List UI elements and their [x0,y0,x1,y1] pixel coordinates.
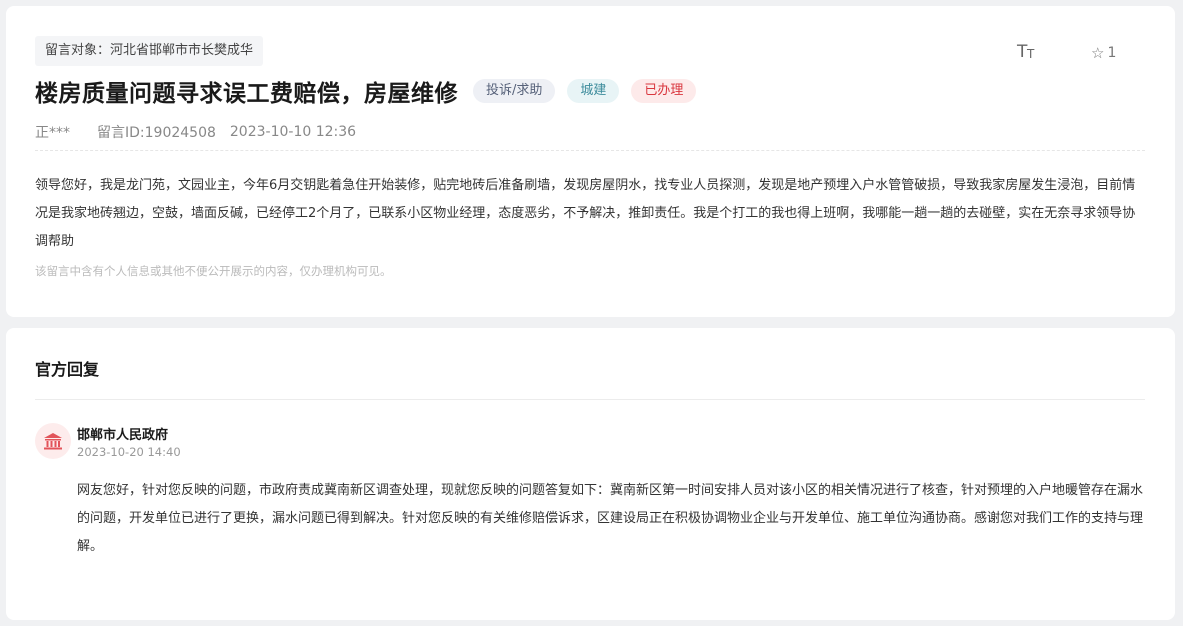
department-name: 邯郸市人民政府 [77,428,169,443]
font-size-button[interactable]: T T [1017,42,1039,62]
title-row: 楼房质量问题寻求误工费赔偿，房屋维修 投诉/求助 城建 已办理 [35,74,697,108]
message-content: 领导您好，我是龙门苑，文园业主，今年6月交钥匙着急住开始装修，贴完地砖后准备刷墙… [35,178,1136,249]
section-title: 官方回复 [35,360,100,379]
message-datetime: 2023-10-10 12:36 [229,124,357,140]
divider [35,150,1145,151]
message-meta: 正*** 留言ID:19024508 2023-10-10 12:36 [35,122,356,142]
font-size-icon: T [1017,42,1028,62]
official-reply-card: 官方回复 邯郸市人民政府 2023-10-20 14:40 网友您好，针对您反映… [6,328,1175,620]
message-target-tag: 留言对象：河北省邯郸市市长樊成华 [35,36,264,66]
department-avatar [35,423,71,459]
message-card: 留言对象：河北省邯郸市市长樊成华 T T ☆ 1 楼房质量问题寻求误工费赔偿，房… [6,6,1175,317]
favorite-button[interactable]: ☆ 1 [1091,44,1116,62]
government-building-icon [44,433,62,450]
divider [35,399,1145,400]
message-title: 楼房质量问题寻求误工费赔偿，房屋维修 [35,81,458,107]
author-name: 正*** [35,125,70,141]
reply-datetime: 2023-10-20 14:40 [77,445,181,459]
category-tag: 城建 [567,79,620,103]
reply-content: 网友您好，针对您反映的问题，市政府责成冀南新区调查处理，现就您反映的问题答复如下… [77,483,1144,554]
favorite-count: 1 [1107,45,1117,61]
status-badge: 已办理 [631,79,697,103]
message-id: 留言ID:19024508 [97,125,216,141]
type-tag: 投诉/求助 [473,79,556,103]
star-outline-icon: ☆ [1091,44,1105,62]
privacy-note: 该留言中含有个人信息或其他不便公开展示的内容，仅办理机构可见。 [35,264,392,278]
